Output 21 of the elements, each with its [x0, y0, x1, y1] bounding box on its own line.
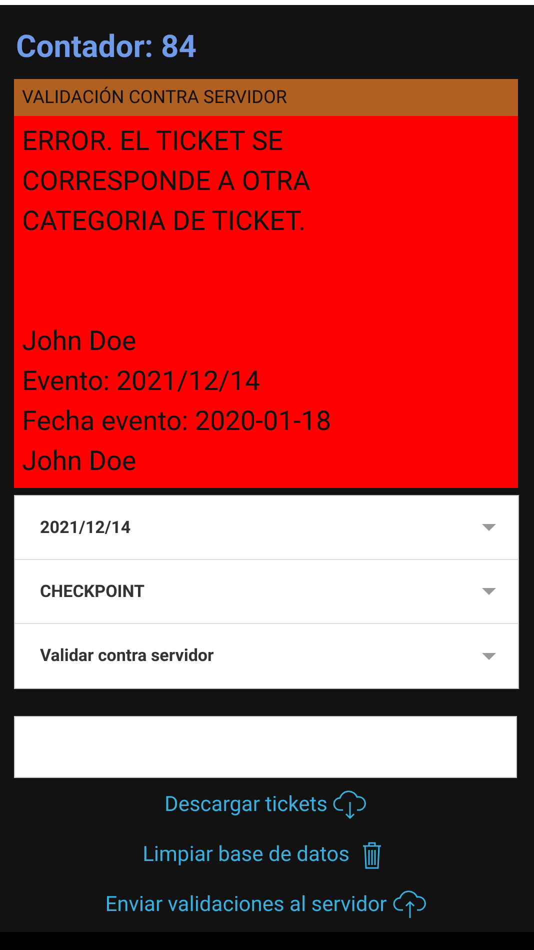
- dropdown[interactable]: 2021/12/14: [15, 496, 518, 560]
- action-link[interactable]: Limpiar base de datos: [142, 840, 390, 870]
- ticket-detail-line: John Doe: [22, 324, 138, 359]
- ticket-detail-line: John Doe: [22, 444, 138, 479]
- caret-icon: [482, 524, 496, 531]
- ticket-detail-line: Fecha evento: 2020-01-18: [22, 404, 332, 439]
- dropdown[interactable]: CHECKPOINT: [15, 560, 518, 624]
- error-message-line: CORRESPONDE A OTRA: [22, 164, 312, 199]
- action-link[interactable]: Enviar validaciones al servidor: [105, 890, 427, 920]
- counter-title: Contador: 84: [16, 29, 198, 65]
- cloud-download-icon: [333, 790, 368, 820]
- caret-icon: [482, 652, 496, 660]
- error-message-line: CATEGORIA DE TICKET.: [22, 204, 307, 239]
- panel-header: VALIDACIÓN CONTRA SERVIDOR: [14, 79, 518, 116]
- cloud-upload-icon: [392, 890, 427, 920]
- caret-icon: [482, 588, 496, 595]
- action-link[interactable]: Descargar tickets: [164, 790, 368, 820]
- dropdown[interactable]: Validar contra servidor: [15, 624, 518, 688]
- ticket-detail-line: Evento: 2021/12/14: [22, 364, 262, 399]
- ticket-input-field[interactable]: [14, 716, 517, 778]
- error-message-line: ERROR. EL TICKET SE: [22, 124, 284, 159]
